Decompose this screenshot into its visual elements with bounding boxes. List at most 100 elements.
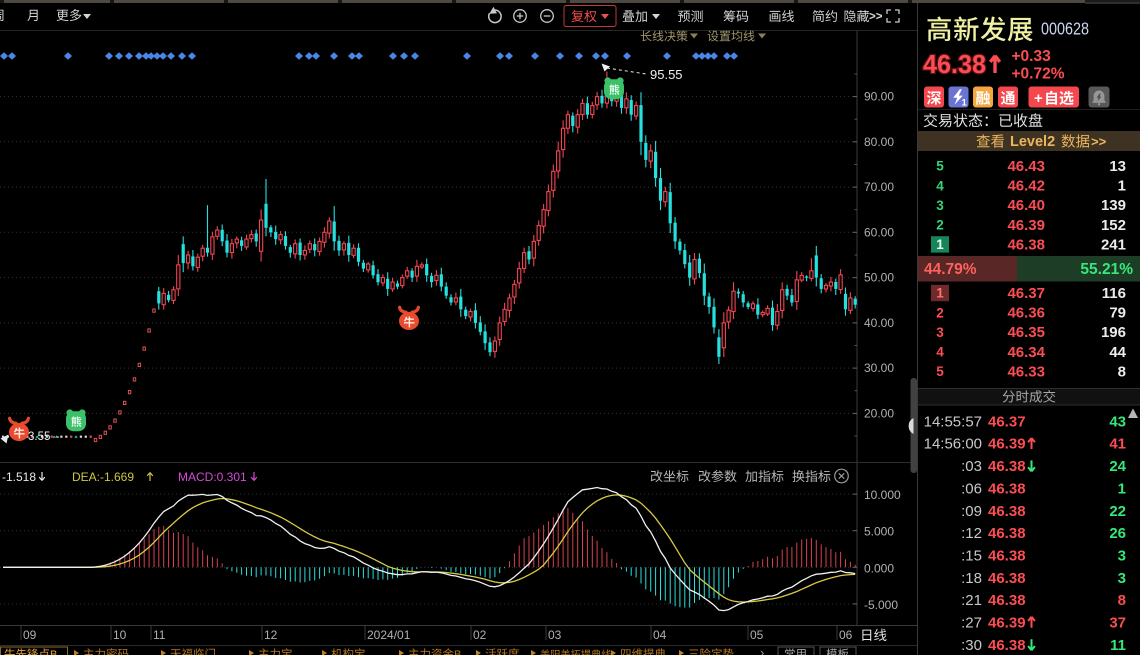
svg-text:46.37: 46.37 — [988, 413, 1026, 430]
svg-text:46.40: 46.40 — [1007, 197, 1045, 214]
svg-text:8: 8 — [1118, 363, 1126, 380]
svg-text:12: 12 — [264, 628, 278, 642]
svg-text:-5.000: -5.000 — [864, 598, 898, 612]
svg-text:46.34: 46.34 — [1007, 344, 1045, 361]
svg-text:02: 02 — [473, 628, 487, 642]
svg-text:5: 5 — [936, 159, 944, 174]
svg-text:5: 5 — [936, 364, 944, 379]
svg-text:05: 05 — [750, 628, 764, 642]
svg-text::09: :09 — [961, 503, 982, 520]
svg-text:46.39: 46.39 — [1007, 217, 1045, 234]
svg-text:46.38: 46.38 — [988, 592, 1026, 609]
svg-text:37: 37 — [1109, 615, 1126, 632]
svg-text:14:56:00: 14:56:00 — [924, 436, 982, 453]
svg-text:000628: 000628 — [1041, 19, 1089, 39]
svg-text:1: 1 — [1118, 178, 1126, 195]
svg-text:09: 09 — [23, 628, 37, 642]
svg-text:46.38: 46.38 — [988, 637, 1026, 654]
svg-text:24: 24 — [1109, 458, 1126, 475]
svg-text:06: 06 — [839, 628, 853, 642]
svg-text:-1.518: -1.518 — [2, 470, 36, 484]
svg-text:46.39: 46.39 — [988, 615, 1026, 632]
svg-text:30.00: 30.00 — [864, 361, 894, 375]
svg-text::15: :15 — [961, 548, 982, 565]
svg-text:›: › — [760, 645, 764, 655]
svg-text::03: :03 — [961, 458, 982, 475]
svg-text:5.000: 5.000 — [864, 525, 894, 539]
svg-text:10.000: 10.000 — [864, 488, 901, 502]
svg-text:8: 8 — [1118, 592, 1126, 609]
svg-text::21: :21 — [961, 592, 982, 609]
svg-text::18: :18 — [961, 570, 982, 587]
svg-text:10: 10 — [113, 628, 127, 642]
svg-text:46.42: 46.42 — [1007, 178, 1045, 195]
svg-text:3: 3 — [936, 198, 944, 213]
svg-text:1: 1 — [962, 98, 968, 109]
svg-text:11: 11 — [153, 628, 166, 642]
svg-text:20.00: 20.00 — [864, 406, 894, 420]
svg-text:3.55: 3.55 — [28, 431, 50, 443]
svg-text:+: + — [1034, 90, 1043, 107]
svg-text:+0.33: +0.33 — [1012, 48, 1052, 65]
svg-text:14:55:57: 14:55:57 — [924, 413, 982, 430]
svg-text:>>: >> — [1091, 134, 1107, 149]
svg-text:46.38: 46.38 — [988, 480, 1026, 497]
svg-text:3: 3 — [1118, 548, 1126, 565]
svg-text:0.000: 0.000 — [864, 561, 894, 575]
svg-text:46.38: 46.38 — [988, 503, 1026, 520]
svg-text:50.00: 50.00 — [864, 271, 894, 285]
svg-text:>>: >> — [869, 11, 883, 23]
svg-text::12: :12 — [961, 525, 982, 542]
svg-text:46.35: 46.35 — [1007, 324, 1045, 341]
svg-text:22: 22 — [1109, 503, 1126, 520]
svg-text:4: 4 — [936, 178, 944, 193]
svg-text:46.38: 46.38 — [923, 49, 986, 79]
svg-text:46.33: 46.33 — [1007, 363, 1045, 380]
svg-text:46.36: 46.36 — [1007, 305, 1045, 322]
svg-text:4: 4 — [936, 345, 944, 360]
svg-text:MACD:0.301: MACD:0.301 — [178, 470, 247, 484]
svg-text:70.00: 70.00 — [864, 180, 894, 194]
svg-text:1: 1 — [1118, 480, 1126, 497]
svg-text:03: 03 — [548, 628, 562, 642]
svg-text:46.43: 46.43 — [1007, 158, 1045, 175]
svg-text:139: 139 — [1101, 197, 1126, 214]
svg-text:26: 26 — [1109, 525, 1126, 542]
svg-text::06: :06 — [961, 480, 982, 497]
svg-text:日线: 日线 — [0, 0, 2, 1]
svg-text:11: 11 — [1110, 637, 1126, 654]
svg-text:2024/01: 2024/01 — [367, 628, 411, 642]
svg-text:196: 196 — [1101, 324, 1126, 341]
svg-text:79: 79 — [1109, 305, 1126, 322]
svg-text:46.38: 46.38 — [1007, 236, 1045, 253]
svg-text:Level2: Level2 — [1010, 134, 1055, 150]
svg-text:41: 41 — [1109, 436, 1126, 453]
svg-text:3: 3 — [936, 325, 944, 340]
svg-text:B: B — [454, 649, 461, 655]
svg-text:13: 13 — [1109, 158, 1126, 175]
svg-text:2: 2 — [936, 305, 944, 320]
svg-text:80.00: 80.00 — [864, 135, 894, 149]
svg-text:46.38: 46.38 — [988, 570, 1026, 587]
svg-text:44.79%: 44.79% — [924, 261, 977, 278]
svg-text:241: 241 — [1101, 236, 1126, 253]
svg-text:2: 2 — [936, 218, 944, 233]
svg-text:55.21%: 55.21% — [1080, 261, 1133, 278]
svg-text:DEA:-1.669: DEA:-1.669 — [72, 470, 134, 484]
svg-text:95.55: 95.55 — [650, 67, 683, 82]
svg-text:46.39: 46.39 — [988, 436, 1026, 453]
svg-text:3: 3 — [1118, 570, 1126, 587]
svg-text:04: 04 — [653, 628, 667, 642]
svg-text:B: B — [50, 649, 57, 655]
svg-text:+0.72%: +0.72% — [1012, 66, 1065, 83]
svg-text:152: 152 — [1101, 217, 1126, 234]
svg-text:1: 1 — [936, 286, 944, 301]
svg-text:116: 116 — [1102, 285, 1126, 302]
svg-text:60.00: 60.00 — [864, 225, 894, 239]
svg-text::30: :30 — [961, 637, 982, 654]
svg-text:43: 43 — [1109, 413, 1126, 430]
svg-text:40.00: 40.00 — [864, 316, 894, 330]
svg-text:46.38: 46.38 — [988, 525, 1026, 542]
svg-text:90.00: 90.00 — [864, 90, 894, 104]
svg-text:46.38: 46.38 — [988, 548, 1026, 565]
